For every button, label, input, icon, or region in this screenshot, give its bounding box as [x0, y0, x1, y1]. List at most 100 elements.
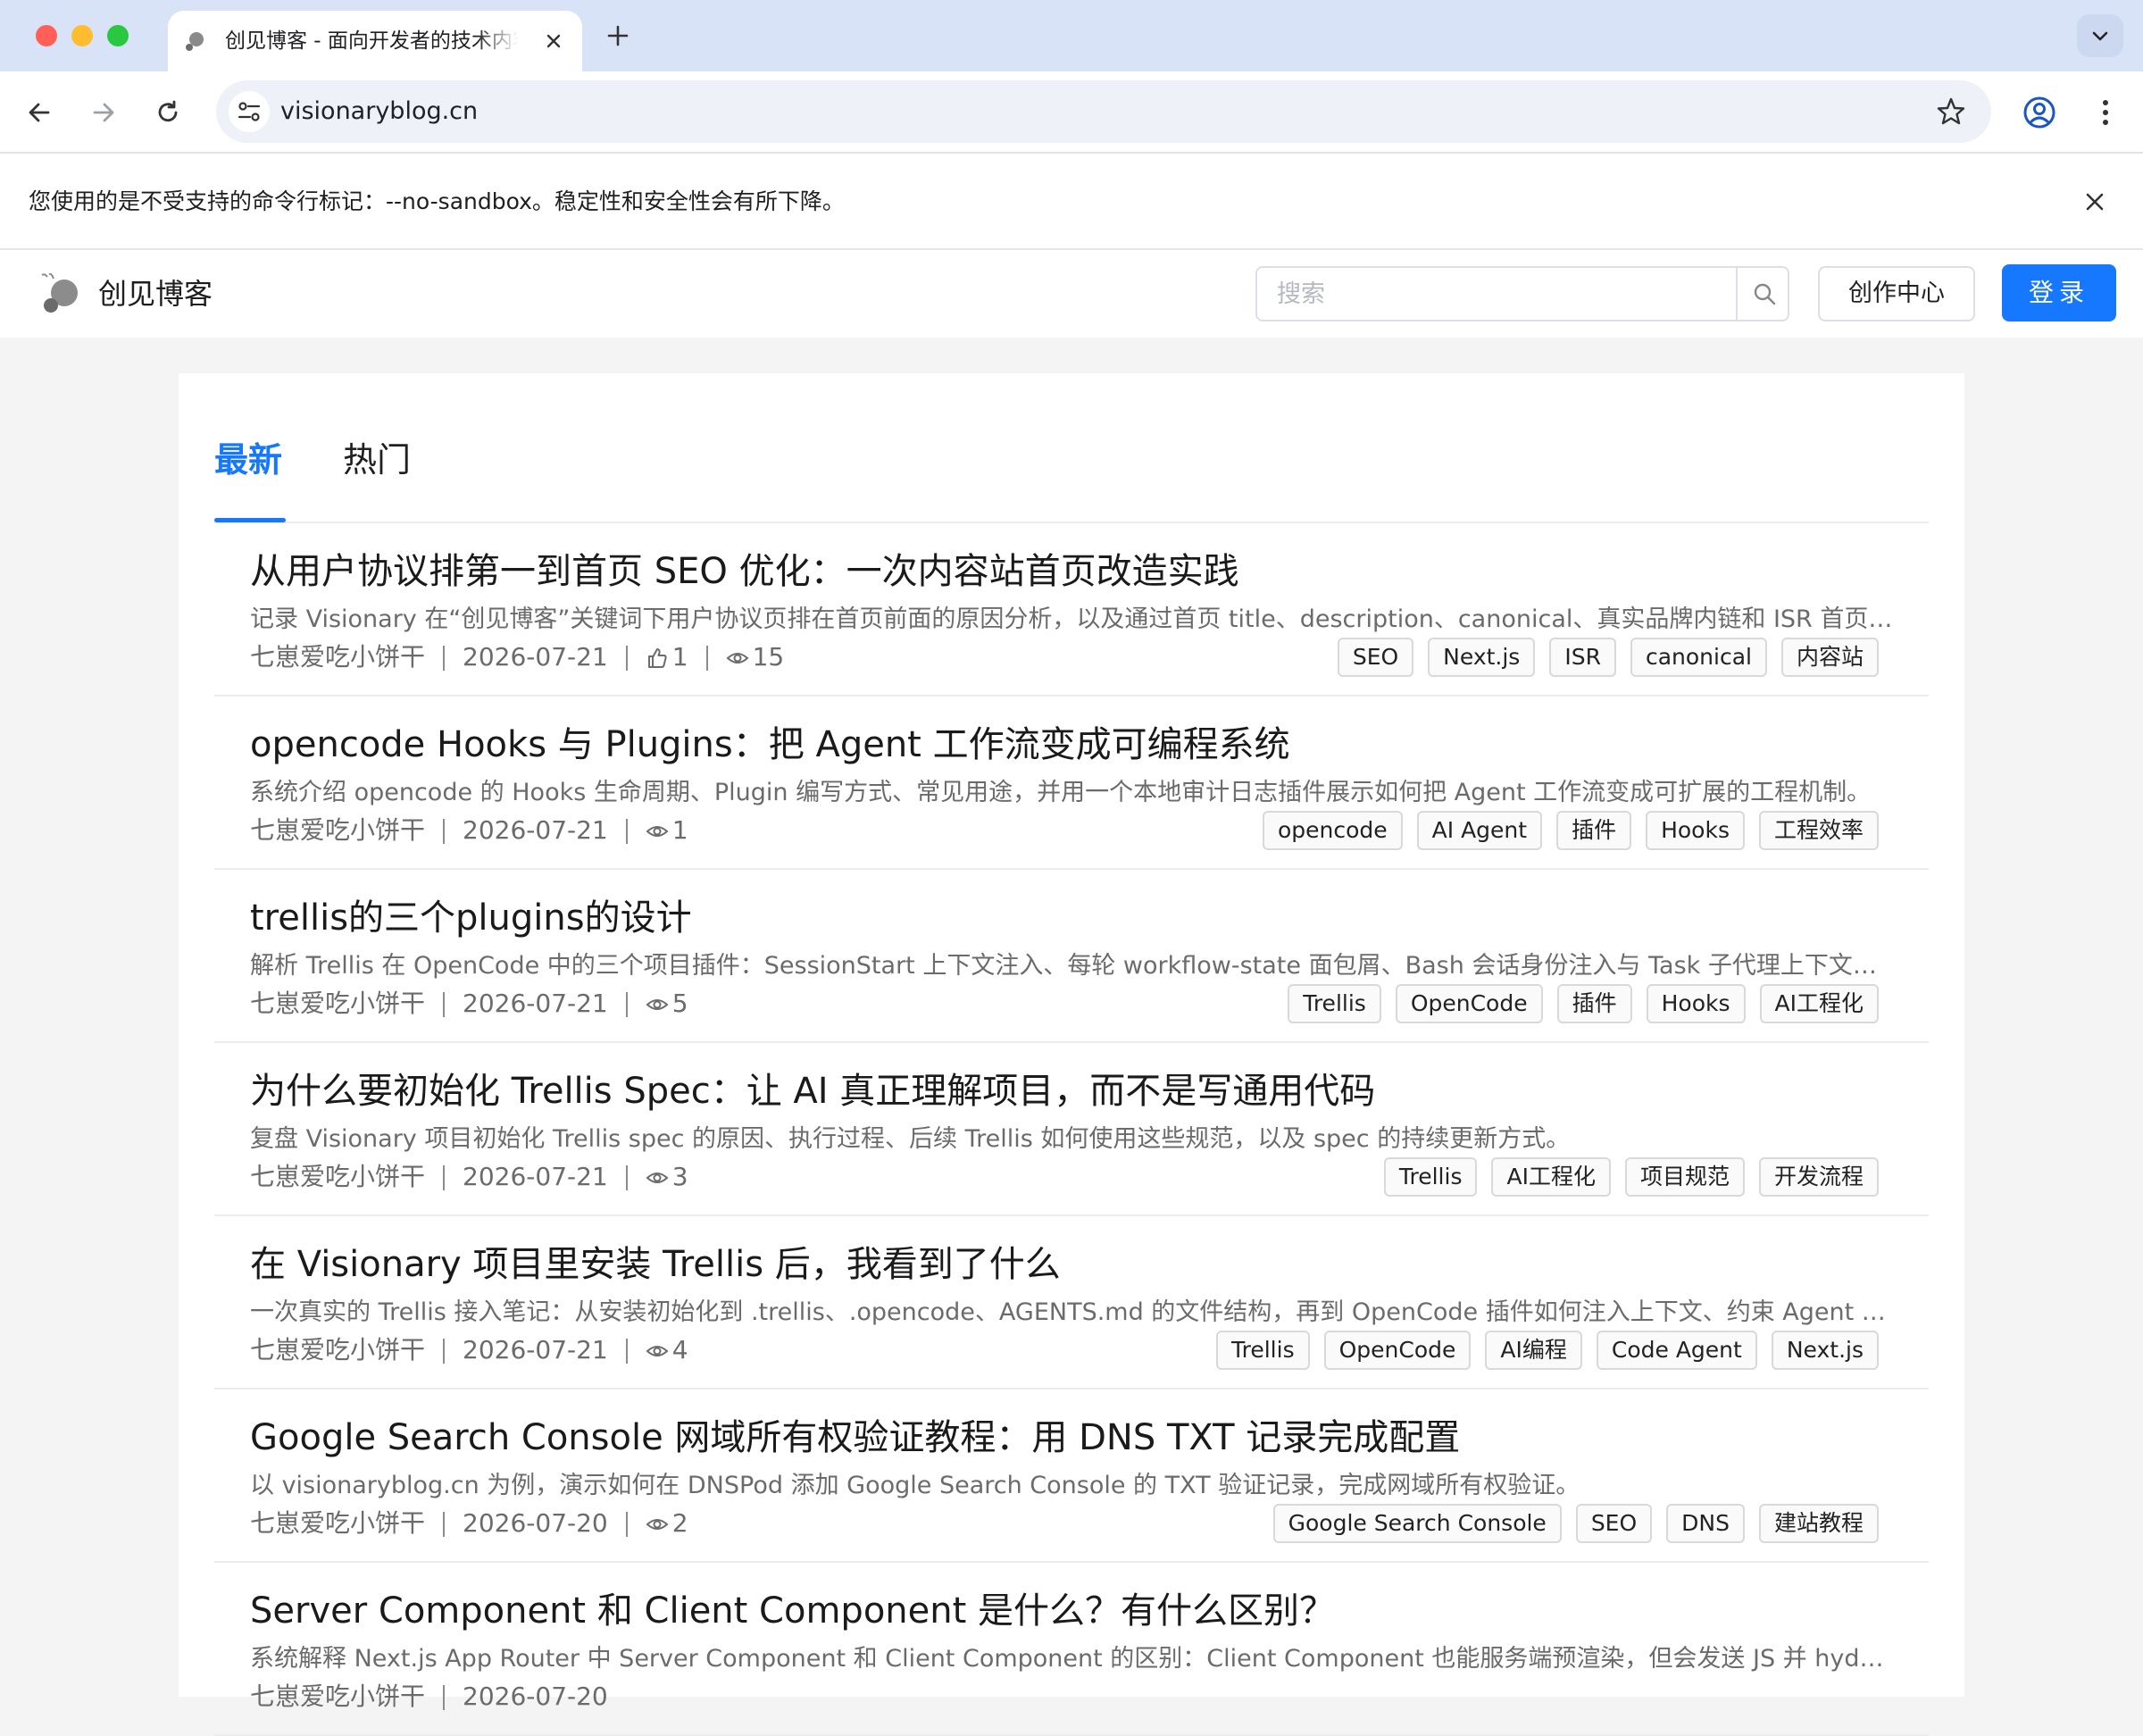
article-tag[interactable]: 插件 — [1556, 811, 1632, 850]
article-tag[interactable]: 内容站 — [1780, 638, 1879, 677]
meta-divider — [625, 819, 628, 844]
article-tag[interactable]: opencode — [1262, 811, 1403, 850]
article-tag[interactable]: AI编程 — [1485, 1331, 1582, 1370]
article-author[interactable]: 七崽爱吃小饼干 — [250, 815, 425, 845]
article-title[interactable]: Server Component 和 Client Component 是什么？… — [250, 1588, 1335, 1634]
meta-divider — [625, 1165, 628, 1190]
bookmark-star-icon[interactable] — [1934, 95, 1968, 129]
article-item[interactable]: 为什么要初始化 Trellis Spec：让 AI 真正理解项目，而不是写通用代… — [214, 1043, 1929, 1216]
infobar-close-icon[interactable] — [2080, 188, 2109, 216]
article-tag[interactable]: OpenCode — [1323, 1331, 1472, 1370]
creator-center-button[interactable]: 创作中心 — [1818, 266, 1975, 321]
article-author[interactable]: 七崽爱吃小饼干 — [250, 642, 425, 672]
article-tag[interactable]: AI工程化 — [1491, 1157, 1611, 1197]
search-icon — [1754, 283, 1776, 305]
article-tag[interactable]: 插件 — [1556, 984, 1632, 1023]
article-title[interactable]: 从用户协议排第一到首页 SEO 优化：一次内容站首页改造实践 — [250, 548, 1239, 595]
site-header: 创见博客 创作中心 登录 — [0, 250, 2143, 338]
article-date: 2026-07-21 — [463, 642, 608, 672]
tab-close-icon[interactable] — [541, 29, 566, 54]
sandbox-warning-infobar: 您使用的是不受支持的命令行标记：--no-sandbox。稳定性和安全性会有所下… — [0, 154, 2143, 250]
article-title[interactable]: opencode Hooks 与 Plugins：把 Agent 工作流变成可编… — [250, 722, 1290, 768]
article-tag[interactable]: 工程效率 — [1758, 811, 1879, 850]
article-tags: opencode AI Agent 插件 Hooks 工程效率 — [1262, 811, 1879, 850]
article-title[interactable]: 在 Visionary 项目里安装 Trellis 后，我看到了什么 — [250, 1241, 1061, 1288]
article-tag[interactable]: Google Search Console — [1272, 1504, 1562, 1543]
meta-divider — [443, 992, 446, 1017]
reload-icon[interactable] — [150, 95, 186, 130]
back-arrow-icon[interactable] — [21, 95, 57, 130]
eye-icon — [726, 653, 749, 664]
article-tag[interactable]: Code Agent — [1596, 1331, 1757, 1370]
article-meta: 七崽爱吃小饼干 2026-07-21 1 15 — [250, 639, 784, 675]
article-item[interactable]: Google Search Console 网域所有权验证教程：用 DNS TX… — [214, 1390, 1929, 1563]
article-author[interactable]: 七崽爱吃小饼干 — [250, 1508, 425, 1538]
browser-tab-active[interactable]: 创见博客 - 面向开发者的技术内容平台 — [168, 11, 582, 71]
article-tag[interactable]: Hooks — [1646, 984, 1746, 1023]
meta-divider — [443, 1685, 446, 1710]
article-item[interactable]: opencode Hooks 与 Plugins：把 Agent 工作流变成可编… — [214, 697, 1929, 870]
article-meta: 七崽爱吃小饼干 2026-07-21 3 — [250, 1159, 688, 1195]
article-author[interactable]: 七崽爱吃小饼干 — [250, 1335, 425, 1365]
article-item[interactable]: trellis的三个plugins的设计 解析 Trellis 在 OpenCo… — [214, 870, 1929, 1043]
article-list: 从用户协议排第一到首页 SEO 优化：一次内容站首页改造实践 记录 Vision… — [214, 523, 1929, 1736]
meta-divider — [443, 646, 446, 671]
eye-icon — [646, 1173, 669, 1183]
article-tag[interactable]: SEO — [1337, 638, 1414, 677]
window-close-button[interactable] — [36, 25, 57, 46]
tab-latest[interactable]: 最新 — [214, 427, 282, 523]
article-tag[interactable]: Next.js — [1428, 638, 1536, 677]
article-tag[interactable]: AI Agent — [1416, 811, 1543, 850]
article-item[interactable]: 在 Visionary 项目里安装 Trellis 后，我看到了什么 一次真实的… — [214, 1216, 1929, 1390]
article-view-count: 15 — [752, 642, 785, 672]
site-name[interactable]: 创见博客 — [98, 250, 213, 338]
article-title[interactable]: Google Search Console 网域所有权验证教程：用 DNS TX… — [250, 1415, 1460, 1461]
address-bar[interactable]: visionaryblog.cn — [216, 80, 1991, 143]
article-list-card: 最新 热门 从用户协议排第一到首页 SEO 优化：一次内容站首页改造实践 记录 … — [179, 373, 1964, 1736]
article-tag[interactable]: 建站教程 — [1758, 1504, 1879, 1543]
article-view-count: 5 — [671, 989, 688, 1018]
article-tag[interactable]: 项目规范 — [1624, 1157, 1745, 1197]
search-button[interactable] — [1736, 268, 1788, 320]
article-tag[interactable]: Trellis — [1216, 1331, 1310, 1370]
url-text[interactable]: visionaryblog.cn — [280, 80, 478, 143]
article-summary: 复盘 Visionary 项目初始化 Trellis spec 的原因、执行过程… — [250, 1125, 1571, 1153]
article-summary: 系统解释 Next.js App Router 中 Server Compone… — [250, 1645, 1893, 1673]
browser-toolbar: visionaryblog.cn — [0, 71, 2143, 154]
more-menu-kebab-icon[interactable] — [2088, 95, 2123, 130]
article-item[interactable]: 从用户协议排第一到首页 SEO 优化：一次内容站首页改造实践 记录 Vision… — [214, 523, 1929, 697]
new-tab-plus-icon[interactable] — [604, 21, 632, 50]
forward-arrow-icon[interactable] — [86, 95, 121, 130]
article-tag[interactable]: Trellis — [1383, 1157, 1478, 1197]
profile-avatar-icon[interactable] — [2022, 95, 2057, 130]
tab-hot[interactable]: 热门 — [343, 427, 411, 523]
article-tag[interactable]: 开发流程 — [1758, 1157, 1879, 1197]
tab-search-menu-button[interactable] — [2077, 14, 2123, 57]
article-tag[interactable]: ISR — [1549, 638, 1616, 677]
article-tag[interactable]: SEO — [1575, 1504, 1653, 1543]
article-summary: 记录 Visionary 在“创见博客”关键词下用户协议页排在首页前面的原因分析… — [250, 605, 1893, 633]
article-view-count: 3 — [671, 1162, 688, 1191]
site-logo-icon[interactable] — [39, 271, 84, 316]
meta-divider — [443, 819, 446, 844]
article-author[interactable]: 七崽爱吃小饼干 — [250, 989, 425, 1018]
login-button[interactable]: 登录 — [2002, 264, 2116, 321]
article-item[interactable]: Server Component 和 Client Component 是什么？… — [214, 1563, 1929, 1736]
article-title[interactable]: trellis的三个plugins的设计 — [250, 895, 692, 941]
article-tag[interactable]: Trellis — [1288, 984, 1381, 1023]
tab-title: 创见博客 - 面向开发者的技术内容平台 — [225, 29, 518, 53]
eye-icon — [646, 826, 669, 837]
article-tag[interactable]: DNS — [1666, 1504, 1745, 1543]
window-minimize-button[interactable] — [71, 25, 93, 46]
article-tag[interactable]: Hooks — [1646, 811, 1745, 850]
window-zoom-button[interactable] — [107, 25, 129, 46]
article-title[interactable]: 为什么要初始化 Trellis Spec：让 AI 真正理解项目，而不是写通用代… — [250, 1068, 1375, 1114]
article-author[interactable]: 七崽爱吃小饼干 — [250, 1162, 425, 1191]
site-info-button[interactable] — [229, 91, 270, 132]
article-tag[interactable]: OpenCode — [1395, 984, 1543, 1023]
article-tag[interactable]: Next.js — [1771, 1331, 1879, 1370]
site-favicon-icon — [186, 32, 204, 51]
article-tag[interactable]: canonical — [1630, 638, 1767, 677]
search-input[interactable] — [1257, 268, 1736, 320]
article-tag[interactable]: AI工程化 — [1759, 984, 1879, 1023]
